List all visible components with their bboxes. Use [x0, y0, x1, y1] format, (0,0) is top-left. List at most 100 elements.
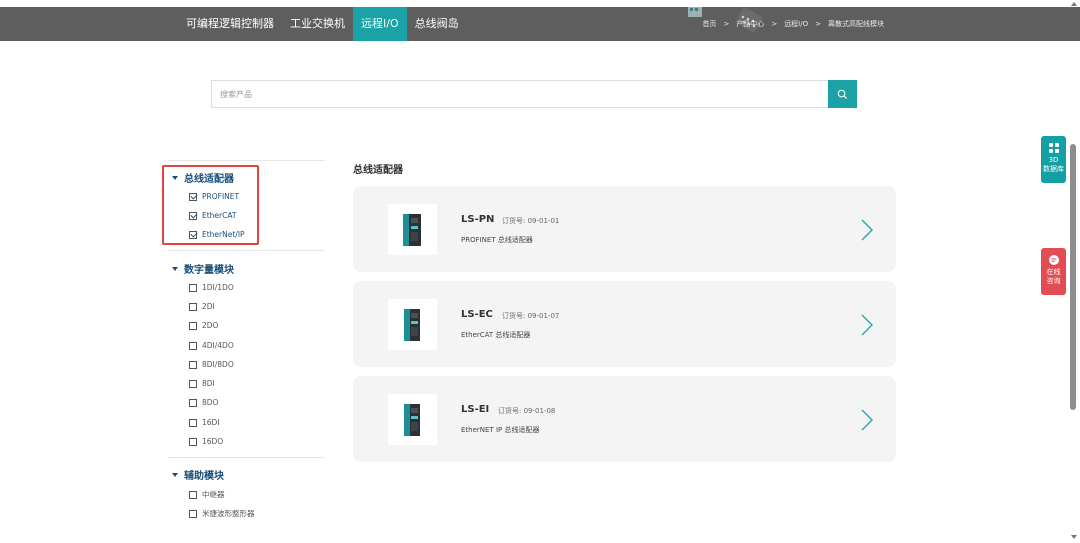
- product-description: EtherCAT 总线适配器: [461, 331, 531, 339]
- checkbox[interactable]: [189, 192, 197, 201]
- order-number: 订货号: 09-01-01: [502, 216, 559, 226]
- search-icon: [837, 89, 848, 99]
- scroll-down-arrow-icon[interactable]: [1071, 535, 1077, 539]
- filter-option-label: EtherNet/IP: [202, 230, 245, 239]
- filter-group-bus-adapter[interactable]: 总线适配器: [172, 170, 234, 185]
- checkbox[interactable]: [189, 230, 197, 239]
- checkbox[interactable]: [189, 302, 197, 311]
- product-model: LS-EC: [461, 309, 493, 320]
- breadcrumb-separator: >: [771, 20, 778, 28]
- filter-option-2di[interactable]: 2DI: [189, 302, 215, 311]
- io-module-icon: [404, 309, 420, 341]
- filter-option-label: 8DO: [202, 398, 219, 407]
- section-title: 总线适配器: [353, 165, 403, 176]
- filter-option-16do[interactable]: 16DO: [189, 437, 223, 446]
- 3d-database-label: 3D: [1048, 156, 1059, 164]
- 3d-database-label: 数据库: [1043, 165, 1064, 173]
- product-search: [211, 80, 857, 108]
- breadcrumb-current: 离散式高配线模块: [828, 20, 884, 28]
- checkbox[interactable]: [189, 283, 197, 292]
- filter-option-ethernet-ip[interactable]: EtherNet/IP: [189, 230, 245, 239]
- filter-option-label: 1DI/1DO: [202, 283, 234, 292]
- filter-option-1di-1do[interactable]: 1DI/1DO: [189, 283, 234, 292]
- filter-option-label: PROFINET: [202, 192, 240, 201]
- order-number: 订货号: 09-01-08: [498, 406, 555, 416]
- filter-option-repeater[interactable]: 中继器: [189, 489, 225, 500]
- online-consult-button[interactable]: 在线 咨询: [1041, 248, 1066, 295]
- order-label: 订货号:: [498, 407, 522, 415]
- product-description: EtherNET IP 总线适配器: [461, 426, 540, 434]
- nav-item-plc[interactable]: 可编程逻辑控制器: [178, 7, 282, 41]
- order-number: 订货号: 09-01-07: [502, 311, 559, 321]
- checkbox[interactable]: [189, 437, 197, 446]
- main-menu: 可编程逻辑控制器 工业交换机 远程I/O 总线阀岛: [178, 7, 467, 41]
- chat-icon: [1048, 255, 1059, 265]
- checkbox[interactable]: [189, 341, 197, 350]
- filter-option-label: EtherCAT: [202, 211, 237, 220]
- caret-down-icon: [172, 266, 178, 271]
- product-model: LS-PN: [461, 214, 495, 225]
- product-description: PROFINET 总线适配器: [461, 236, 533, 244]
- filter-group-digital[interactable]: 数字量模块: [172, 261, 234, 276]
- checkbox[interactable]: [189, 321, 197, 330]
- breadcrumb-remote-io[interactable]: 远程I/O: [784, 7, 808, 41]
- checkbox[interactable]: [189, 490, 197, 499]
- filter-option-label: 4DI/4DO: [202, 341, 234, 350]
- filter-option-ethercat[interactable]: EtherCAT: [189, 211, 237, 220]
- product-card-ls-pn[interactable]: LS-PN 订货号: 09-01-01 PROFINET 总线适配器: [353, 186, 896, 272]
- nav-item-remote-io[interactable]: 远程I/O: [353, 7, 407, 41]
- nav-item-valve-island[interactable]: 总线阀岛: [407, 7, 467, 41]
- filter-option-2do[interactable]: 2DO: [189, 321, 218, 330]
- filter-option-label: 16DI: [202, 418, 220, 427]
- online-consult-label: 咨询: [1046, 277, 1061, 285]
- filter-group-title: 数字量模块: [184, 265, 234, 276]
- order-value: 09-01-01: [527, 217, 560, 225]
- breadcrumb-products[interactable]: 产品中心: [736, 7, 764, 41]
- search-input[interactable]: [212, 81, 828, 107]
- filter-group-title: 总线适配器: [184, 174, 234, 185]
- grid-icon: [1048, 143, 1059, 153]
- checkbox[interactable]: [189, 360, 197, 369]
- online-consult-label: 在线: [1046, 268, 1061, 276]
- nav-item-switch[interactable]: 工业交换机: [282, 7, 353, 41]
- filter-option-4di-4do[interactable]: 4DI/4DO: [189, 341, 234, 350]
- chevron-right-icon[interactable]: [860, 313, 874, 337]
- checkbox[interactable]: [189, 211, 197, 220]
- product-thumbnail: [388, 204, 437, 255]
- caret-down-icon: [172, 472, 178, 477]
- order-value: 09-01-07: [527, 312, 560, 320]
- product-card-ls-ec[interactable]: LS-EC 订货号: 09-01-07 EtherCAT 总线适配器: [353, 281, 896, 367]
- filter-group-title: 辅助模块: [184, 471, 224, 482]
- io-module-icon: [404, 404, 420, 436]
- sidebar-divider: [168, 457, 325, 458]
- filter-option-label: 16DO: [202, 437, 224, 446]
- scrollbar-thumb[interactable]: [1070, 144, 1076, 410]
- filter-option-label: 中继器: [202, 490, 225, 499]
- 3d-database-button[interactable]: 3D 数据库: [1041, 136, 1066, 183]
- filter-option-label: 米捷波形整形器: [202, 509, 255, 518]
- breadcrumb-home[interactable]: 首页: [702, 7, 716, 41]
- search-button[interactable]: [828, 80, 857, 108]
- checkbox[interactable]: [189, 379, 197, 388]
- order-value: 09-01-08: [523, 407, 556, 415]
- sidebar-divider: [168, 250, 325, 251]
- filter-group-auxiliary[interactable]: 辅助模块: [172, 467, 224, 482]
- filter-option-8di-8do[interactable]: 8DI/8DO: [189, 360, 234, 369]
- filter-option-label: 2DO: [202, 321, 219, 330]
- filter-option-wave-shaper[interactable]: 米捷波形整形器: [189, 508, 255, 519]
- filter-option-16di[interactable]: 16DI: [189, 418, 220, 427]
- sidebar-divider: [168, 160, 325, 161]
- chevron-right-icon[interactable]: [860, 218, 874, 242]
- checkbox[interactable]: [189, 418, 197, 427]
- filter-option-profinet[interactable]: PROFINET: [189, 192, 239, 201]
- filter-option-label: 8DI/8DO: [202, 360, 234, 369]
- product-card-ls-ei[interactable]: LS-EI 订货号: 09-01-08 EtherNET IP 总线适配器: [353, 376, 896, 462]
- checkbox[interactable]: [189, 398, 197, 407]
- filter-option-8di[interactable]: 8DI: [189, 379, 215, 388]
- scroll-up-arrow-icon[interactable]: [1071, 2, 1077, 6]
- chevron-right-icon[interactable]: [860, 408, 874, 432]
- product-thumbnail: [388, 299, 437, 350]
- filter-option-8do[interactable]: 8DO: [189, 398, 218, 407]
- breadcrumb-separator: >: [815, 20, 821, 28]
- checkbox[interactable]: [189, 509, 197, 518]
